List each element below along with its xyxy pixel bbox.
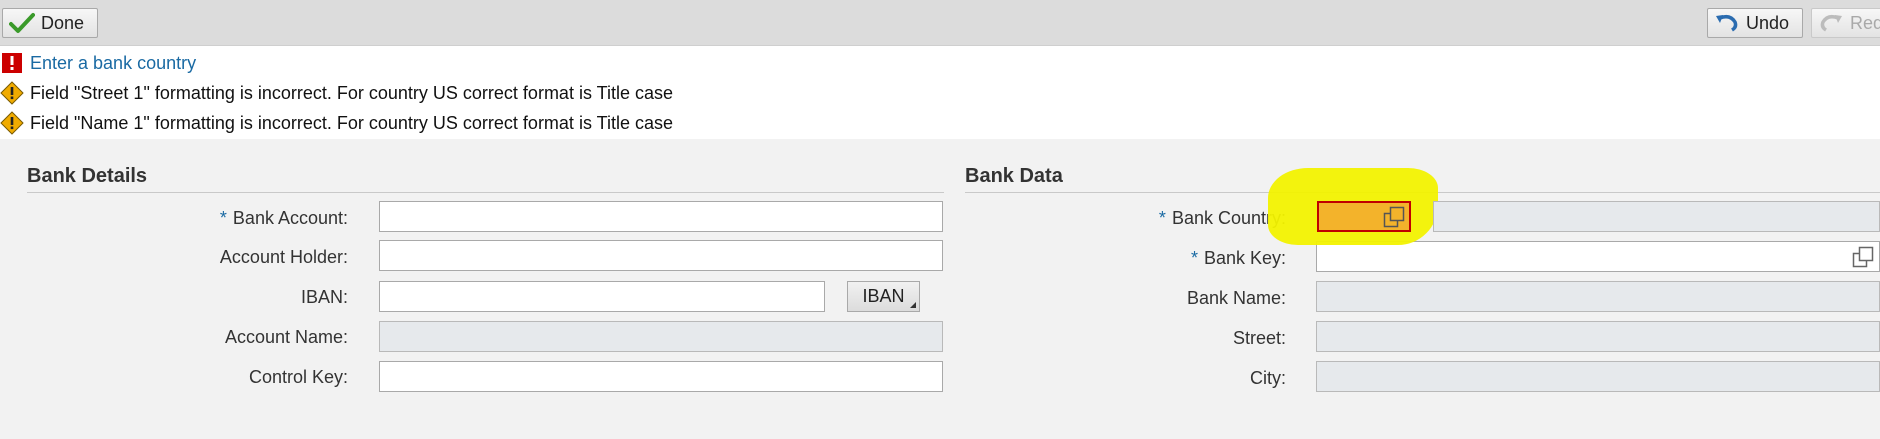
- check-icon: [9, 13, 35, 33]
- control-key-label: Control Key:: [248, 367, 348, 387]
- message-text: Field "Street 1" formatting is incorrect…: [30, 82, 673, 103]
- bank-name-input: [1316, 281, 1880, 312]
- redo-icon: [1820, 14, 1842, 32]
- iban-label: IBAN:: [300, 287, 348, 307]
- bank-account-input[interactable]: [379, 201, 943, 232]
- bank-key-label: * Bank Key:: [1040, 248, 1286, 269]
- message-text: Field "Name 1" formatting is incorrect. …: [30, 112, 673, 133]
- bank-country-input[interactable]: [1317, 201, 1411, 232]
- bank-key-input[interactable]: [1316, 241, 1880, 272]
- bank-account-label-text: Bank Account:: [232, 208, 348, 228]
- bank-data-title: Bank Data: [965, 165, 1063, 187]
- bank-key-label-text: Bank Key:: [1203, 248, 1286, 268]
- iban-button[interactable]: IBAN: [847, 281, 920, 312]
- control-key-input[interactable]: [379, 361, 943, 392]
- undo-label: Undo: [1746, 12, 1790, 33]
- bank-name-label: Bank Name:: [1186, 288, 1286, 308]
- bank-country-label: * Bank Country:: [1040, 208, 1286, 229]
- street-label: Street:: [1232, 328, 1286, 348]
- form-area: Bank Details * Bank Account: Account Hold…: [0, 139, 1880, 439]
- message-area: Enter a bank country Field "Street 1" fo…: [0, 46, 1880, 139]
- iban-button-label: IBAN: [862, 286, 905, 306]
- required-marker: *: [1158, 208, 1166, 228]
- warning-icon: [0, 81, 24, 105]
- toolbar: Done Undo Redo: [0, 0, 1880, 46]
- iban-input[interactable]: [379, 281, 825, 312]
- account-name-input: [379, 321, 943, 352]
- bank-country-description: [1433, 201, 1880, 232]
- account-name-label: Account Name:: [224, 327, 348, 347]
- redo-button[interactable]: Redo: [1811, 8, 1880, 38]
- message-text: Enter a bank country: [30, 52, 197, 73]
- required-marker: *: [1190, 248, 1198, 268]
- value-help-icon[interactable]: [1852, 246, 1874, 268]
- city-input: [1316, 361, 1880, 392]
- done-button[interactable]: Done: [2, 8, 98, 38]
- dropdown-corner-icon: [910, 302, 916, 308]
- account-holder-input[interactable]: [379, 240, 943, 271]
- message-item[interactable]: Field "Name 1" formatting is incorrect. …: [0, 108, 673, 138]
- bank-account-label: * Bank Account:: [100, 208, 348, 229]
- street-input: [1316, 321, 1880, 352]
- warning-icon: [0, 111, 24, 135]
- undo-icon: [1716, 14, 1738, 32]
- required-marker: *: [219, 208, 227, 228]
- message-item[interactable]: Field "Street 1" formatting is incorrect…: [0, 78, 673, 108]
- message-item[interactable]: Enter a bank country: [0, 48, 196, 78]
- city-label: City:: [1250, 368, 1286, 388]
- error-icon: [0, 51, 24, 75]
- redo-label: Redo: [1850, 12, 1880, 33]
- done-label: Done: [41, 12, 85, 33]
- undo-button[interactable]: Undo: [1707, 8, 1803, 38]
- value-help-icon[interactable]: [1383, 206, 1405, 228]
- section-divider: [27, 192, 944, 193]
- account-holder-label: Account Holder:: [219, 247, 348, 267]
- bank-details-title: Bank Details: [27, 165, 148, 187]
